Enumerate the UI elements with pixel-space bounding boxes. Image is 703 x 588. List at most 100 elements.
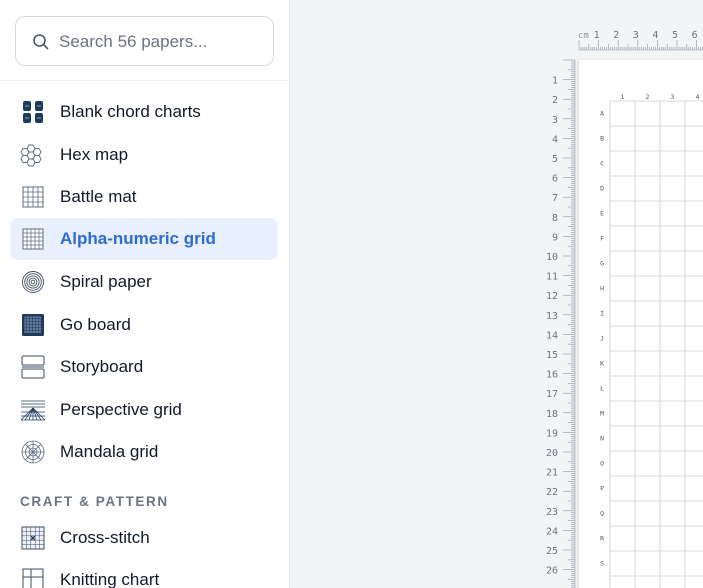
sidebar-item-label: Knitting chart	[60, 570, 160, 588]
ruler-left-number: 21	[546, 468, 558, 479]
ruler-top-number: 6	[692, 30, 698, 41]
ruler-left-number: 26	[546, 566, 558, 577]
ruler-top-number: 3	[633, 30, 639, 41]
grid-row-label: E	[600, 210, 604, 218]
ruler-unit-label: cm	[578, 31, 589, 41]
ruler-left-number: 17	[546, 389, 558, 400]
app-window: Blank chord charts Hex map	[0, 0, 703, 588]
ruler-left-number: 1	[552, 76, 558, 87]
ruler-left-number: 20	[546, 448, 558, 459]
grid-row-label: A	[600, 110, 604, 118]
ruler-left-number: 6	[552, 174, 558, 185]
ruler-top-number: 5	[672, 30, 678, 41]
grid-row-label: S	[600, 560, 604, 568]
sidebar-item-mandala-grid[interactable]: Mandala grid	[10, 431, 278, 473]
grid-row-label: I	[600, 310, 604, 318]
sidebar-item-knitting-chart[interactable]: Knitting chart	[10, 559, 278, 588]
grid-row-label: B	[600, 135, 604, 143]
battle-mat-icon	[22, 186, 44, 208]
grid-column-label: 1	[621, 93, 625, 101]
grid-column-label: 3	[671, 93, 675, 101]
go-board-icon	[22, 313, 44, 336]
alphanumeric-grid-preview: 1 2 3 4 A B C D E F G H I J K L M N O P Q R S	[600, 93, 703, 588]
ruler-left-number: 15	[546, 350, 558, 361]
ruler-left-number: 7	[552, 193, 558, 204]
sidebar-item-label: Perspective grid	[60, 399, 182, 419]
knitting-chart-icon	[22, 568, 44, 588]
grid-row-label: J	[600, 335, 604, 343]
ruler-top-number: 4	[652, 30, 658, 41]
grid-row-label: K	[600, 360, 604, 368]
sidebar-item-blank-chord-charts[interactable]: Blank chord charts	[10, 91, 278, 133]
ruler-left-number: 24	[546, 526, 558, 537]
ruler-left-number: 13	[546, 311, 558, 322]
search-box[interactable]	[15, 16, 274, 66]
search-bar	[0, 0, 289, 81]
search-input[interactable]	[59, 29, 259, 55]
chord-chart-icon	[23, 101, 43, 123]
ruler-left-number: 23	[546, 507, 558, 518]
ruler-left-number: 16	[546, 370, 558, 381]
grid-row-label: H	[600, 285, 604, 293]
sidebar-item-cross-stitch[interactable]: Cross-stitch	[10, 517, 278, 559]
ruler-left-number: 22	[546, 487, 558, 498]
perspective-grid-icon	[20, 400, 46, 420]
grid-row-label: N	[600, 435, 604, 443]
paper-preview-canvas: cm 1 2 3 4 5 6 1 2 3 4 5 6 7 8 9 10 11 12 13 14 15 16 17 18 19 20…	[290, 0, 703, 588]
grid-row-label: M	[600, 410, 604, 418]
grid-row-label: L	[600, 385, 604, 393]
ruler-top-number: 2	[613, 30, 619, 41]
ruler-left-number: 2	[552, 95, 558, 106]
sidebar-item-alpha-numeric-grid[interactable]: Alpha-numeric grid	[10, 218, 278, 260]
search-icon	[33, 34, 49, 50]
ruler-left-number: 14	[546, 330, 558, 341]
grid-column-label: 4	[696, 93, 700, 101]
sidebar-item-label: Storyboard	[60, 357, 144, 376]
grid-row-label: C	[600, 160, 604, 168]
grid-row-label: O	[600, 460, 604, 468]
ruler-left-number: 12	[546, 291, 558, 302]
ruler-left-number: 18	[546, 409, 558, 420]
left-ruler: 1234567891011121314151617181920212223242…	[546, 59, 576, 588]
ruler-left-number: 11	[546, 272, 558, 283]
grid-row-label: D	[600, 185, 604, 193]
grid-row-label: Q	[600, 510, 604, 518]
sidebar-item-label: Battle mat	[60, 187, 137, 206]
sidebar-item-label: Mandala grid	[60, 442, 159, 461]
sidebar-item-label: Cross-stitch	[60, 528, 150, 547]
sidebar-item-label: Hex map	[60, 144, 129, 164]
sidebar-item-perspective-grid[interactable]: Perspective grid	[10, 389, 278, 431]
storyboard-icon	[21, 355, 45, 379]
grid-row-label: R	[600, 535, 604, 543]
ruler-top-number: 1	[594, 30, 600, 41]
grid-row-label: P	[600, 485, 604, 493]
ruler-left-number: 9	[552, 232, 558, 243]
section-heading-craft-pattern: CRAFT & PATTERN	[20, 494, 169, 509]
cross-stitch-icon	[21, 526, 45, 550]
mandala-grid-icon	[21, 440, 45, 464]
paper-sheet: 1 2 3 4 A B C D E F G H I J K L M N O P Q R S	[579, 60, 703, 588]
grid-row-label: F	[600, 235, 604, 243]
ruler-left-number: 19	[546, 428, 558, 439]
spiral-icon	[22, 271, 44, 293]
ruler-left-number: 8	[552, 213, 558, 224]
alphanumeric-grid-icon	[22, 228, 44, 250]
ruler-left-number: 25	[546, 546, 558, 557]
sidebar-item-hex-map[interactable]: Hex map	[10, 134, 278, 176]
sidebar-item-label: Blank chord charts	[60, 102, 201, 121]
ruler-left-number: 3	[552, 115, 558, 126]
sidebar-item-go-board[interactable]: Go board	[10, 304, 278, 346]
grid-row-label: G	[600, 260, 604, 268]
ruler-left-number: 4	[552, 134, 558, 145]
ruler-left-number: 5	[552, 154, 558, 165]
sidebar-item-battle-mat[interactable]: Battle mat	[10, 176, 278, 218]
sidebar-item-storyboard[interactable]: Storyboard	[10, 346, 278, 388]
sidebar-item-spiral-paper[interactable]: Spiral paper	[10, 261, 278, 303]
sidebar-item-label: Spiral paper	[60, 272, 152, 291]
sidebar-item-label: Go board	[60, 314, 131, 334]
paper-sidebar: Blank chord charts Hex map	[0, 0, 290, 588]
sidebar-item-label: Alpha-numeric grid	[60, 229, 216, 248]
grid-column-label: 2	[646, 93, 650, 101]
ruler-left-number: 10	[546, 252, 558, 263]
hex-map-icon	[20, 144, 42, 166]
